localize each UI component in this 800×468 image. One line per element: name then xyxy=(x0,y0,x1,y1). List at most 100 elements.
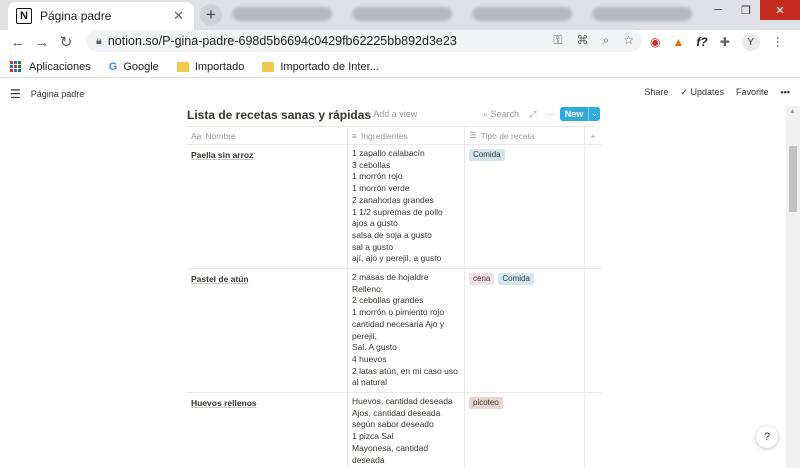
address-bar[interactable]: 🔒︎ notion.so/P-gina-padre-698d5b6694c042… xyxy=(86,30,642,52)
folder-icon xyxy=(262,61,275,72)
ingredient-line: Ajos, cantidad deseada xyxy=(352,407,441,418)
table-row[interactable]: Paella sin arroz 1 zapallo calabacín 3 ceb… xyxy=(187,145,601,270)
column-header-nombre[interactable]: Aa Nombre xyxy=(187,127,348,144)
scroll-up-icon[interactable]: ▲ xyxy=(789,108,796,115)
tags-cell[interactable]: cena Comida xyxy=(465,269,585,393)
bookmark-google[interactable]: G Google xyxy=(109,61,159,73)
page-title[interactable]: Lista de recetas sanas y rápidas xyxy=(187,108,371,122)
ingredient-line: 2 masas de hojaldre xyxy=(352,272,429,283)
chevron-down-icon[interactable]: ⌄ xyxy=(588,107,600,121)
ingredient-line: 1 morrón rojo xyxy=(352,171,403,182)
extension-icon[interactable]: f? xyxy=(696,35,707,49)
apps-icon xyxy=(10,61,21,72)
ingredient-line: 2 zanahorias grandes xyxy=(352,194,434,205)
add-column-icon[interactable]: + xyxy=(585,131,601,141)
folder-icon xyxy=(176,61,189,72)
ingredient-line: perejil, xyxy=(352,330,378,341)
search-icon: ⌕ xyxy=(483,109,491,119)
google-icon: G xyxy=(108,60,118,73)
ingredient-line: Huevos, cantidad deseada xyxy=(352,396,453,407)
zoom-icon[interactable]: ⌕ xyxy=(603,33,610,48)
ingredient-line: 1 morrón verde xyxy=(352,183,410,194)
ingredient-line: Mayonesa, cantidad deseada xyxy=(352,442,429,465)
bookmarks-bar: Aplicaciones G Google Importado Importad… xyxy=(0,56,800,78)
bookmark-apps[interactable]: Aplicaciones xyxy=(10,61,91,73)
sidebar-toggle-icon[interactable]: ☰ xyxy=(10,87,21,101)
puzzle-icon[interactable]: ✚ xyxy=(720,35,730,49)
notion-icon: N xyxy=(16,8,32,24)
updates-button[interactable]: ✓ Updates xyxy=(680,87,724,98)
extension-icon[interactable]: ▲ xyxy=(672,35,684,49)
new-button[interactable]: New ⌄ xyxy=(560,107,600,121)
text-icon: ≡ xyxy=(352,130,357,141)
title-icon: Aa xyxy=(191,130,202,141)
key-icon[interactable]: ⚿ xyxy=(553,33,562,48)
forward-icon[interactable]: → xyxy=(30,34,54,51)
minimize-icon[interactable]: ─ xyxy=(704,0,732,20)
scroll-thumb[interactable] xyxy=(789,146,797,212)
ingredients-cell[interactable]: 1 zapallo calabacín 3 cebollas 1 morrón ro… xyxy=(348,145,465,269)
ingredient-line: al natural xyxy=(352,377,387,388)
new-tab-button[interactable]: + xyxy=(200,4,222,26)
ingredient-line: 1 morrón o pimiento rojo xyxy=(352,307,445,318)
add-view-button[interactable]: + Add a view xyxy=(366,109,417,119)
star-icon[interactable]: ☆ xyxy=(623,33,634,48)
reload-icon[interactable]: ↻ xyxy=(54,33,78,51)
lock-icon: 🔒︎ xyxy=(96,34,102,47)
browser-tab-active[interactable]: N Página padre ✕ xyxy=(8,2,194,30)
table-row[interactable]: Huevos rellenos Huevos, cantidad deseada A… xyxy=(187,393,601,468)
tags-cell[interactable]: picoteo xyxy=(465,393,585,468)
maximize-icon[interactable]: ❐ xyxy=(732,0,760,20)
search-button[interactable]: ⌕ Search xyxy=(483,109,519,120)
db-toolbar: ⌕ Search ⤢ ··· xyxy=(483,109,555,120)
ingredient-line: 1 pizca Sal xyxy=(352,431,394,442)
url-text: notion.so/P-gina-padre-698d5b6694c0429fb… xyxy=(107,34,457,48)
table-row[interactable]: Pastel de atún 2 masas de hojaldre Relleno… xyxy=(187,269,601,394)
ingredient-line: cantidad necesaria Ajo y xyxy=(352,318,445,329)
ingredient-line: 4 huevos xyxy=(352,353,387,364)
ingredient-line: ajos a gusto xyxy=(352,218,398,229)
bookmark-folder[interactable]: Importado xyxy=(176,61,244,73)
favorite-button[interactable]: Favorite xyxy=(736,87,769,98)
tags-cell[interactable]: Comida xyxy=(465,145,585,269)
browser-toolbar: ← → ↻ 🔒︎ notion.so/P-gina-padre-698d5b66… xyxy=(0,30,800,54)
avatar[interactable]: Y xyxy=(741,33,760,51)
menu-icon[interactable]: ⋮ xyxy=(772,35,784,49)
ingredient-line: 1 zapallo calabacín xyxy=(352,148,425,158)
tag-badge: picoteo xyxy=(469,397,503,410)
tag-badge: cena xyxy=(469,273,495,286)
ingredients-cell[interactable]: 2 masas de hojaldre Relleno: 2 cebollas gr… xyxy=(348,269,465,393)
ingredient-line: según sabor deseado xyxy=(352,419,434,430)
ingredients-cell[interactable]: Huevos, cantidad deseada Ajos, cantidad d… xyxy=(348,393,465,468)
recipe-name[interactable]: Paella sin arroz xyxy=(187,145,348,269)
ingredient-line: ají, ajo y perejil, a gusto xyxy=(352,253,442,264)
breadcrumb[interactable]: Página padre xyxy=(31,89,85,99)
window-controls: ─ ❐ ✕ xyxy=(704,0,800,22)
back-icon[interactable]: ← xyxy=(6,34,30,51)
extension-icon[interactable]: ◉ xyxy=(650,35,660,49)
extensions: ◉ ▲ f? ✚ Y ⋮ xyxy=(650,33,784,51)
database-table: Aa Nombre ≡ Ingredientes ☰ Tipo de receta +… xyxy=(187,126,601,468)
more-icon[interactable]: ··· xyxy=(546,109,555,120)
window-close-icon[interactable]: ✕ xyxy=(760,0,800,20)
tag-badge: Comida xyxy=(469,149,505,161)
ingredient-line: 2 cebollas grandes xyxy=(352,295,424,306)
browser-titlebar: N Página padre ✕ + ─ ❐ ✕ xyxy=(0,0,800,30)
check-icon: ✓ xyxy=(680,87,691,97)
table-header: Aa Nombre ≡ Ingredientes ☰ Tipo de receta + xyxy=(187,126,601,145)
notion-topbar: ☰ Página padre Share ✓ Updates Favorite … xyxy=(0,82,800,106)
close-icon[interactable]: ✕ xyxy=(173,8,184,24)
multiselect-icon: ☰ xyxy=(469,130,477,140)
scrollbar[interactable]: ▲ xyxy=(786,106,800,468)
expand-icon[interactable]: ⤢ xyxy=(529,109,536,120)
translate-icon[interactable]: ⌘ xyxy=(577,33,589,48)
share-button[interactable]: Share xyxy=(644,87,668,98)
recipe-name[interactable]: Pastel de atún xyxy=(187,269,348,393)
more-icon[interactable]: ••• xyxy=(781,87,790,98)
column-header-tipo[interactable]: ☰ Tipo de receta xyxy=(465,127,585,144)
bookmark-folder[interactable]: Importado de Inter... xyxy=(262,61,379,73)
help-button[interactable]: ? xyxy=(756,426,778,448)
ingredient-line: Relleno: xyxy=(352,283,384,294)
column-header-ingredientes[interactable]: ≡ Ingredientes xyxy=(348,127,465,144)
recipe-name[interactable]: Huevos rellenos xyxy=(187,393,348,468)
